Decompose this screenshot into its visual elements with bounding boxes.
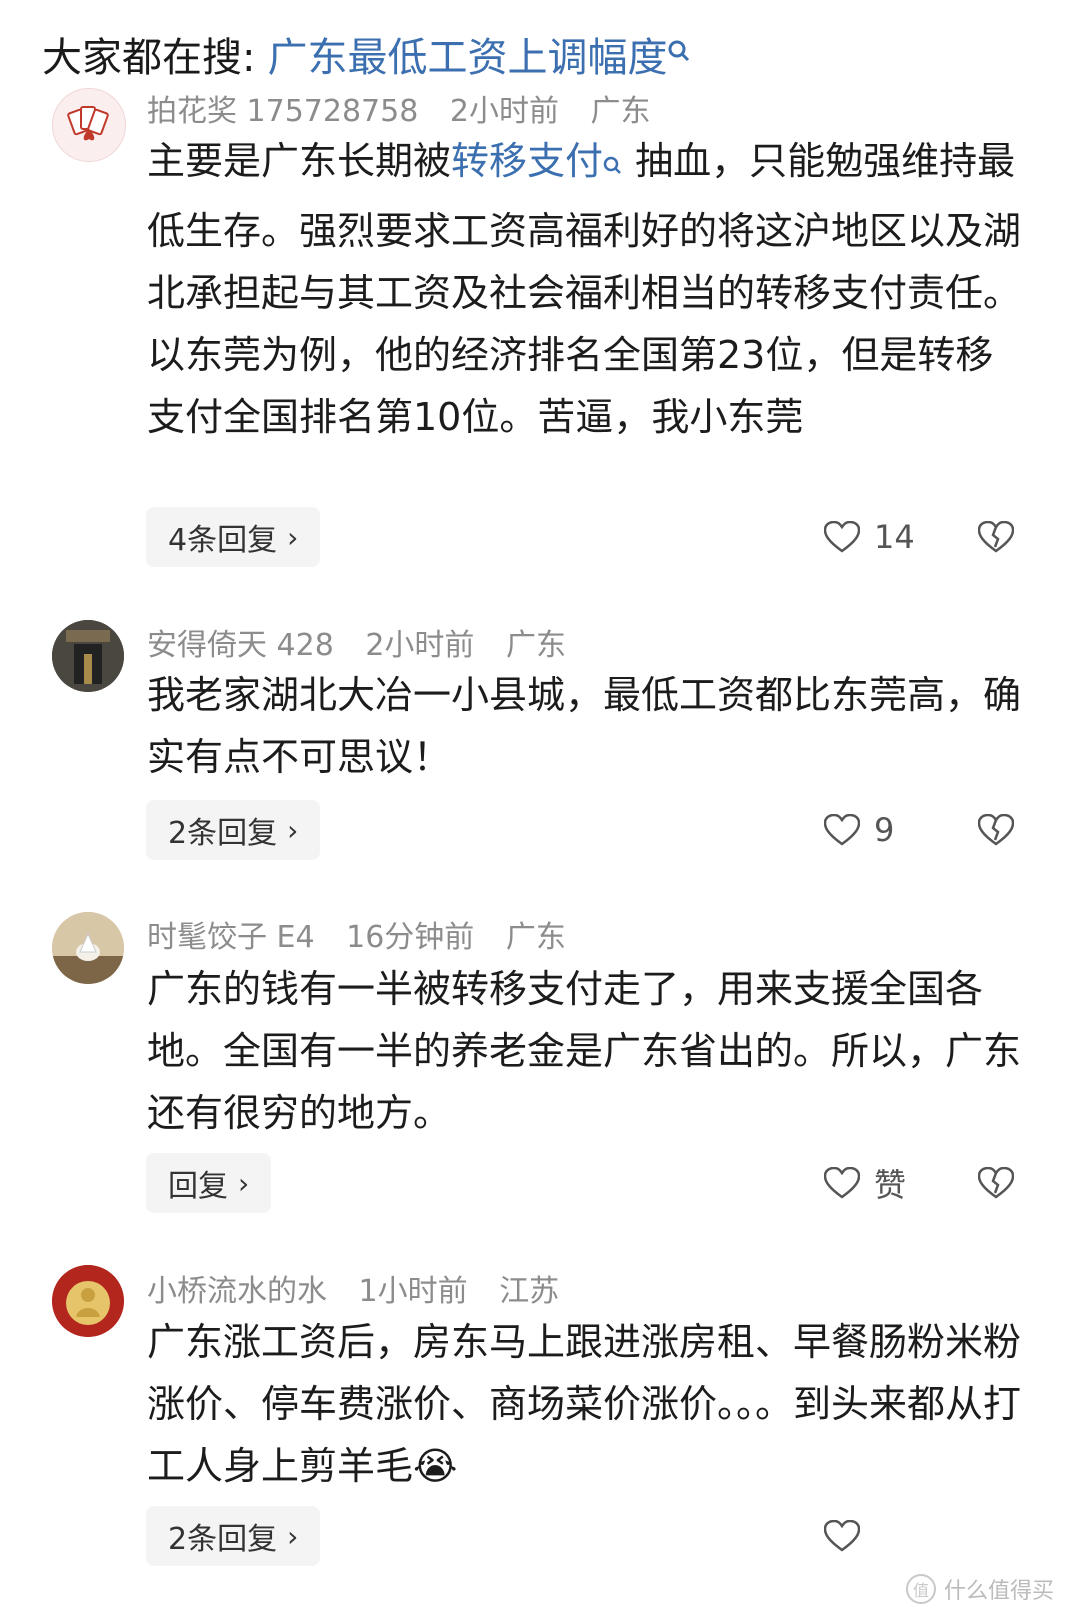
like-button[interactable] [824, 1506, 874, 1566]
comment-text-part: 广东涨工资后，房东马上跟进涨房租、早餐肠粉米粉涨价、停车费涨价、商场菜价涨价。。… [147, 1320, 1022, 1488]
like-count: 9 [874, 811, 895, 849]
location: 广东 [505, 628, 566, 663]
like-button[interactable]: 9 [824, 800, 894, 860]
watermark: 值 什么值得买 [905, 1573, 1054, 1605]
like-count: 14 [874, 518, 915, 556]
comment-text-part: 我老家湖北大冶一小县城，最低工资都比东莞高，确实有点不可思议！ [147, 673, 1022, 779]
comment-text: 广东的钱有一半被转移支付走了，用来支援全国各地。全国有一半的养老金是广东省出的。… [147, 958, 1027, 1144]
keyword-link[interactable]: 转移支付 [451, 139, 603, 183]
replies-button[interactable]: 2条回复 › [146, 1506, 321, 1566]
timestamp: 2小时前 [365, 628, 475, 663]
replies-label: 4条回复 [168, 523, 278, 558]
comment-meta: 拍花奖 175728758 2小时前 广东 [147, 86, 673, 130]
search-icon [603, 138, 623, 200]
dislike-button[interactable] [978, 1153, 1014, 1213]
comment-meta: 时髦饺子 E4 16分钟前 广东 [147, 912, 588, 956]
search-prefix-label: 大家都在搜: [42, 35, 256, 81]
comment-text: 广东涨工资后，房东马上跟进涨房租、早餐肠粉米粉涨价、停车费涨价、商场菜价涨价。。… [147, 1311, 1027, 1497]
comment-text-part: 广东的钱有一半被转移支付走了，用来支援全国各地。全国有一半的养老金是广东省出的。… [147, 967, 1022, 1135]
comment-meta: 安得倚天 428 2小时前 广东 [147, 620, 588, 664]
comment-text: 主要是广东长期被转移支付 抽血，只能勉强维持最低生存。强烈要求工资高福利好的将这… [147, 130, 1027, 448]
comment-text-part: 抽血，只能勉强维持最低生存。强烈要求工资高福利好的将这沪地区以及湖北承担起与其工… [147, 139, 1022, 439]
replies-label: 2条回复 [168, 816, 278, 851]
username[interactable]: 时髦饺子 E4 [147, 920, 315, 955]
location: 江苏 [499, 1274, 560, 1309]
heart-icon [824, 1520, 860, 1552]
broken-heart-icon [978, 521, 1014, 553]
replies-label: 2条回复 [168, 1522, 278, 1557]
broken-heart-icon [978, 1167, 1014, 1199]
timestamp: 2小时前 [449, 94, 559, 129]
avatar[interactable] [52, 88, 126, 162]
heart-icon [824, 814, 860, 846]
watermark-text: 什么值得买 [943, 1579, 1054, 1604]
location: 广东 [505, 920, 566, 955]
replies-button[interactable]: 4条回复 › [146, 507, 321, 567]
username[interactable]: 小桥流水的水 [147, 1274, 327, 1309]
avatar[interactable] [52, 912, 124, 984]
comment-text: 我老家湖北大冶一小县城，最低工资都比东莞高，确实有点不可思议！ [147, 664, 1027, 788]
avatar[interactable] [52, 1265, 124, 1337]
like-count: 赞 [874, 1166, 907, 1204]
watermark-logo-icon: 值 [905, 1574, 936, 1604]
replies-button[interactable]: 2条回复 › [146, 800, 321, 860]
timestamp: 16分钟前 [346, 920, 475, 955]
replies-label: 回复 [168, 1169, 228, 1204]
timestamp: 1小时前 [358, 1274, 468, 1309]
chevron-right-icon: › [287, 813, 299, 847]
search-suggestion-bar[interactable]: 大家都在搜: 广东最低工资上调幅度 [42, 24, 691, 84]
crying-face-emoji: 😭 [413, 1444, 458, 1488]
like-button[interactable]: 14 [824, 507, 915, 567]
username[interactable]: 安得倚天 428 [147, 628, 334, 663]
chevron-right-icon: › [287, 520, 299, 554]
heart-icon [824, 1167, 860, 1199]
chevron-right-icon: › [287, 1519, 299, 1553]
dislike-button[interactable] [978, 507, 1014, 567]
comment-meta: 小桥流水的水 1小时前 江苏 [147, 1266, 581, 1310]
chevron-right-icon: › [238, 1166, 250, 1200]
search-icon [667, 39, 691, 69]
search-suggestion-link[interactable]: 广东最低工资上调幅度 [267, 25, 667, 83]
like-button[interactable]: 赞 [824, 1153, 906, 1213]
replies-button[interactable]: 回复 › [146, 1153, 272, 1213]
heart-icon [824, 521, 860, 553]
dislike-button[interactable] [978, 800, 1014, 860]
avatar[interactable] [52, 620, 124, 692]
username[interactable]: 拍花奖 175728758 [147, 94, 418, 129]
location: 广东 [590, 94, 651, 129]
broken-heart-icon [978, 814, 1014, 846]
comment-text-part: 主要是广东长期被 [147, 139, 452, 183]
